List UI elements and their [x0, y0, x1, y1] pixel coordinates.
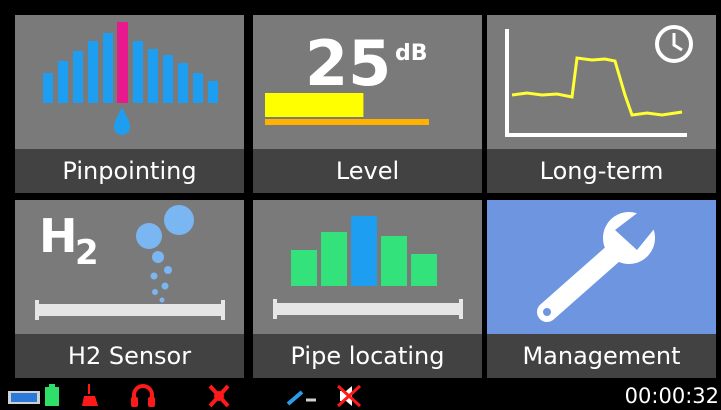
- level-fill-bar: [265, 93, 364, 117]
- tile-label: Long-term: [487, 149, 716, 193]
- satellite-off-icon: [208, 384, 230, 408]
- level-meter-icon: 25 dB: [265, 27, 429, 125]
- sensor-link-icon: [286, 390, 316, 406]
- tile-pinpointing[interactable]: Pinpointing: [15, 15, 244, 193]
- tile-label: Pipe locating: [253, 334, 482, 378]
- tile-label: Level: [253, 149, 482, 193]
- clock-time: 00:00:32: [624, 384, 719, 408]
- tile-management[interactable]: Management: [487, 200, 716, 378]
- speaker-muted-icon: [336, 384, 362, 408]
- tile-label: H2 Sensor: [15, 334, 244, 378]
- status-bar: 00:00:32: [0, 382, 721, 408]
- h2-bubbles-icon: H 2: [35, 205, 225, 320]
- pinpointing-bars-icon: [43, 22, 218, 135]
- level-range-bar: [265, 119, 429, 125]
- tile-label: Pinpointing: [15, 149, 244, 193]
- wrench-icon: [537, 204, 663, 322]
- headphones-icon: [131, 384, 155, 407]
- microphone-icon: [82, 384, 98, 406]
- pipe-locating-bars-icon: [273, 216, 463, 319]
- tile-label: Management: [487, 334, 716, 378]
- level-unit: dB: [395, 41, 428, 66]
- tile-level[interactable]: 25 dB Level: [253, 15, 482, 193]
- h2-formula-letter: H: [39, 209, 78, 263]
- level-value: 25: [305, 27, 391, 100]
- tile-pipe-locating[interactable]: Pipe locating: [253, 200, 482, 378]
- tile-long-term[interactable]: Long-term: [487, 15, 716, 193]
- long-term-chart-clock-icon: [505, 25, 693, 137]
- h2-formula-subscript: 2: [75, 233, 99, 273]
- clock-icon: [655, 25, 693, 63]
- tile-h2-sensor[interactable]: H 2 H2 Sensor: [15, 200, 244, 378]
- battery-icon: [8, 384, 59, 406]
